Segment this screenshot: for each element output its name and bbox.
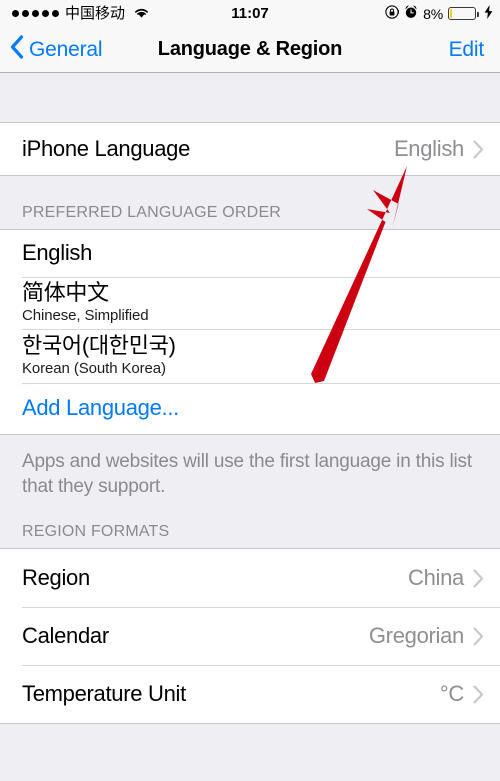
chevron-right-icon: [473, 568, 484, 588]
battery-icon: [448, 7, 479, 20]
status-bar: 中国移动 11:07 8%: [0, 0, 500, 27]
list-item-language-chinese-simplified[interactable]: 简体中文 Chinese, Simplified: [0, 277, 500, 329]
cell-iphone-language-value: English: [393, 136, 464, 161]
iphone-settings-screen: 中国移动 11:07 8% General Language & Region …: [0, 0, 500, 781]
list-item-language-english[interactable]: English: [0, 230, 500, 277]
list-item-subtitle: Korean (South Korea): [22, 360, 166, 378]
preferred-language-order-footer: Apps and websites will use the first lan…: [0, 435, 500, 508]
cell-calendar[interactable]: Calendar Gregorian: [0, 607, 500, 665]
rotation-lock-icon: [385, 4, 401, 24]
alarm-clock-icon: [404, 4, 418, 24]
cell-region-title: Region: [22, 564, 90, 590]
page-title: Language & Region: [0, 27, 500, 72]
cell-iphone-language[interactable]: iPhone Language English: [0, 123, 500, 175]
add-language-button[interactable]: Add Language...: [0, 383, 500, 434]
list-item-language-korean[interactable]: 한국어(대한민국) Korean (South Korea): [0, 329, 500, 383]
section-header-region-formats-label: REGION FORMATS: [22, 523, 170, 540]
section-gap-top: [0, 73, 500, 122]
battery-percent-label: 8%: [423, 5, 443, 22]
status-bar-right: 8%: [385, 0, 493, 27]
edit-button[interactable]: Edit: [448, 27, 485, 72]
section-header-preferred-language-order: PREFERRED LANGUAGE ORDER: [0, 176, 500, 229]
group-region-formats: Region China Calendar Gregorian Temperat…: [0, 548, 500, 724]
chevron-right-icon: [473, 139, 484, 159]
cell-region-value: China: [408, 565, 464, 590]
list-item-title: 한국어(대한민국): [22, 333, 176, 359]
edit-button-label: Edit: [448, 37, 485, 61]
group-iphone-language: iPhone Language English: [0, 122, 500, 176]
cell-calendar-title: Calendar: [22, 622, 109, 648]
list-item-title: English: [22, 240, 93, 266]
chevron-right-icon: [473, 684, 484, 704]
section-header-region-formats: REGION FORMATS: [0, 508, 500, 548]
chevron-right-icon: [473, 626, 484, 646]
preferred-language-order-footer-text: Apps and websites will use the first lan…: [22, 451, 472, 498]
cell-temperature-unit-value: °C: [439, 681, 464, 706]
cell-region[interactable]: Region China: [0, 549, 500, 607]
navigation-bar: General Language & Region Edit: [0, 27, 500, 73]
list-item-title: 简体中文: [22, 280, 109, 306]
section-header-preferred-language-order-label: PREFERRED LANGUAGE ORDER: [22, 204, 282, 221]
settings-table[interactable]: iPhone Language English PREFERRED LANGUA…: [0, 73, 500, 781]
add-language-label: Add Language...: [22, 395, 179, 421]
group-preferred-language-order: English 简体中文 Chinese, Simplified 한국어(대한민…: [0, 229, 500, 435]
clock-label: 11:07: [231, 5, 269, 22]
lightning-bolt-icon: [484, 4, 493, 24]
cell-temperature-unit-title: Temperature Unit: [22, 680, 186, 706]
cell-calendar-value: Gregorian: [368, 623, 464, 648]
cell-iphone-language-title: iPhone Language: [22, 135, 190, 161]
list-item-subtitle: Chinese, Simplified: [22, 307, 149, 325]
cell-temperature-unit[interactable]: Temperature Unit °C: [0, 665, 500, 723]
page-title-label: Language & Region: [157, 38, 343, 60]
